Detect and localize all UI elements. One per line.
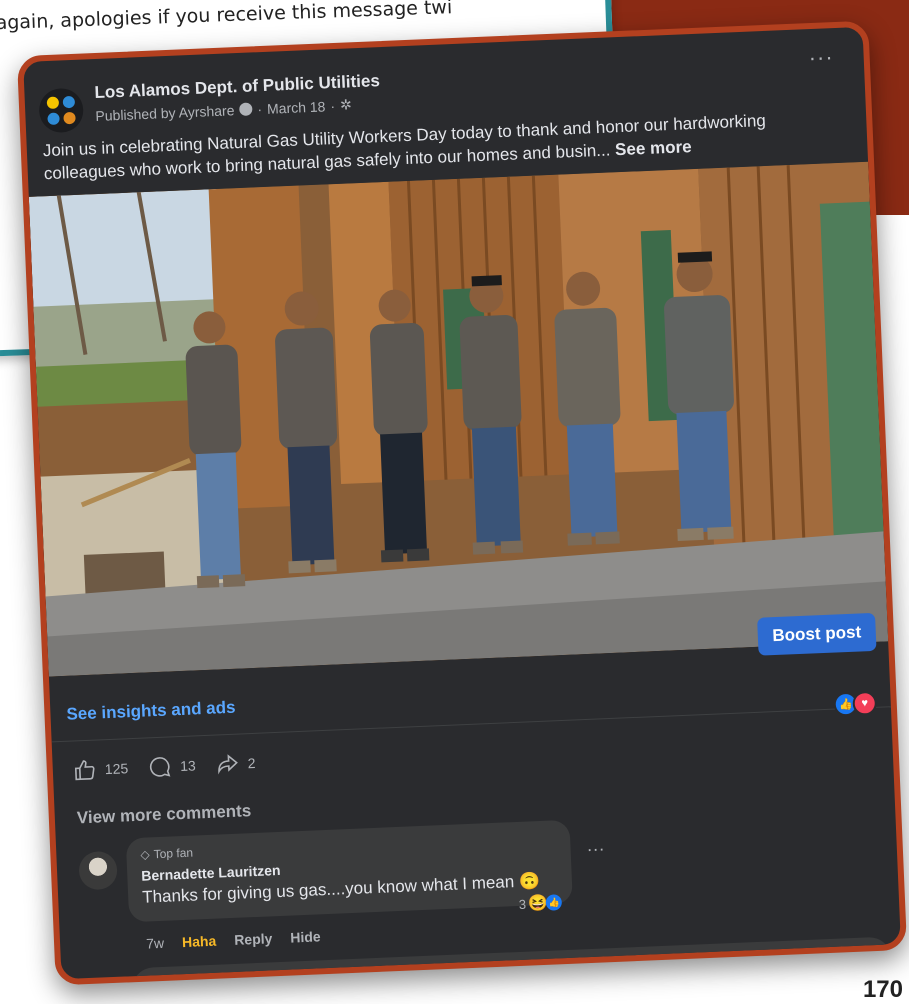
post-stats: 125 13 2 (72, 751, 256, 783)
comment-reactions[interactable]: 3 😆 👍 (518, 892, 563, 914)
comment-input[interactable] (143, 950, 689, 986)
page-avatar[interactable] (38, 87, 85, 134)
thumbs-up-icon (74, 760, 95, 781)
see-more-link[interactable]: See more (615, 137, 692, 159)
more-options-icon[interactable]: ··· (808, 44, 834, 71)
composer-tools: ◕ ☺ ● GIF ☻ (717, 951, 874, 978)
see-insights-link[interactable]: See insights and ads (66, 698, 236, 725)
top-fan-badge: ◇ Top fan (140, 846, 193, 862)
comment-time[interactable]: 7w (146, 935, 165, 952)
post-card: Los Alamos Dept. of Public Utilities Pub… (16, 20, 908, 986)
top-fan-label: Top fan (153, 845, 194, 862)
sticker-icon[interactable]: ☻ (853, 951, 874, 972)
info-icon (239, 102, 253, 116)
emoji-icon[interactable]: ☺ (751, 955, 773, 977)
like-count: 125 (104, 760, 129, 778)
composer-avatar[interactable] (83, 982, 122, 986)
gear-icon[interactable]: ✲ (340, 96, 352, 113)
comment-count: 13 (179, 757, 197, 775)
comment-bubble: ◇ Top fan Bernadette Lauritzen Thanks fo… (125, 819, 573, 923)
reply-button[interactable]: Reply (234, 930, 273, 948)
page-number: 170 (862, 976, 903, 1003)
comment-stat[interactable]: 13 (148, 753, 197, 779)
meta-separator: · (257, 100, 263, 117)
diamond-icon: ◇ (140, 847, 150, 862)
meta-separator-2: · (330, 97, 336, 114)
group-photo-image (28, 161, 889, 677)
comment-options-icon[interactable]: ··· (586, 838, 605, 860)
view-more-comments[interactable]: View more comments (76, 801, 251, 828)
post-date[interactable]: March 18 (267, 98, 326, 116)
camera-icon[interactable]: ● (785, 954, 807, 975)
love-icon: ♥ (852, 690, 878, 716)
commenter-avatar[interactable] (78, 850, 118, 891)
background-paper-text: again, apologies if you receive this mes… (0, 0, 453, 35)
share-count: 2 (247, 754, 256, 772)
share-stat[interactable]: 2 (215, 751, 256, 777)
comment-reaction-count: 3 (518, 896, 527, 912)
page-logo-icon (84, 983, 121, 986)
like-stat[interactable]: 125 (72, 756, 129, 782)
boost-post-button[interactable]: Boost post (757, 612, 877, 656)
like-icon: 👍 (545, 894, 563, 911)
haha-reaction-button[interactable]: Haha (182, 933, 217, 950)
share-icon (218, 754, 238, 775)
reaction-summary[interactable]: 👍 ♥ (833, 690, 878, 717)
comment-icon (150, 757, 171, 777)
post-photo[interactable] (28, 161, 889, 677)
hide-button[interactable]: Hide (290, 928, 321, 945)
comment-actions: 7w Haha Reply Hide (146, 928, 321, 951)
gif-icon[interactable]: GIF (819, 952, 840, 974)
commenter-name[interactable]: Bernadette Lauritzen (141, 862, 281, 884)
avatar-sticker-icon[interactable]: ◕ (717, 956, 739, 978)
published-by: Published by Ayrshare (95, 101, 235, 124)
